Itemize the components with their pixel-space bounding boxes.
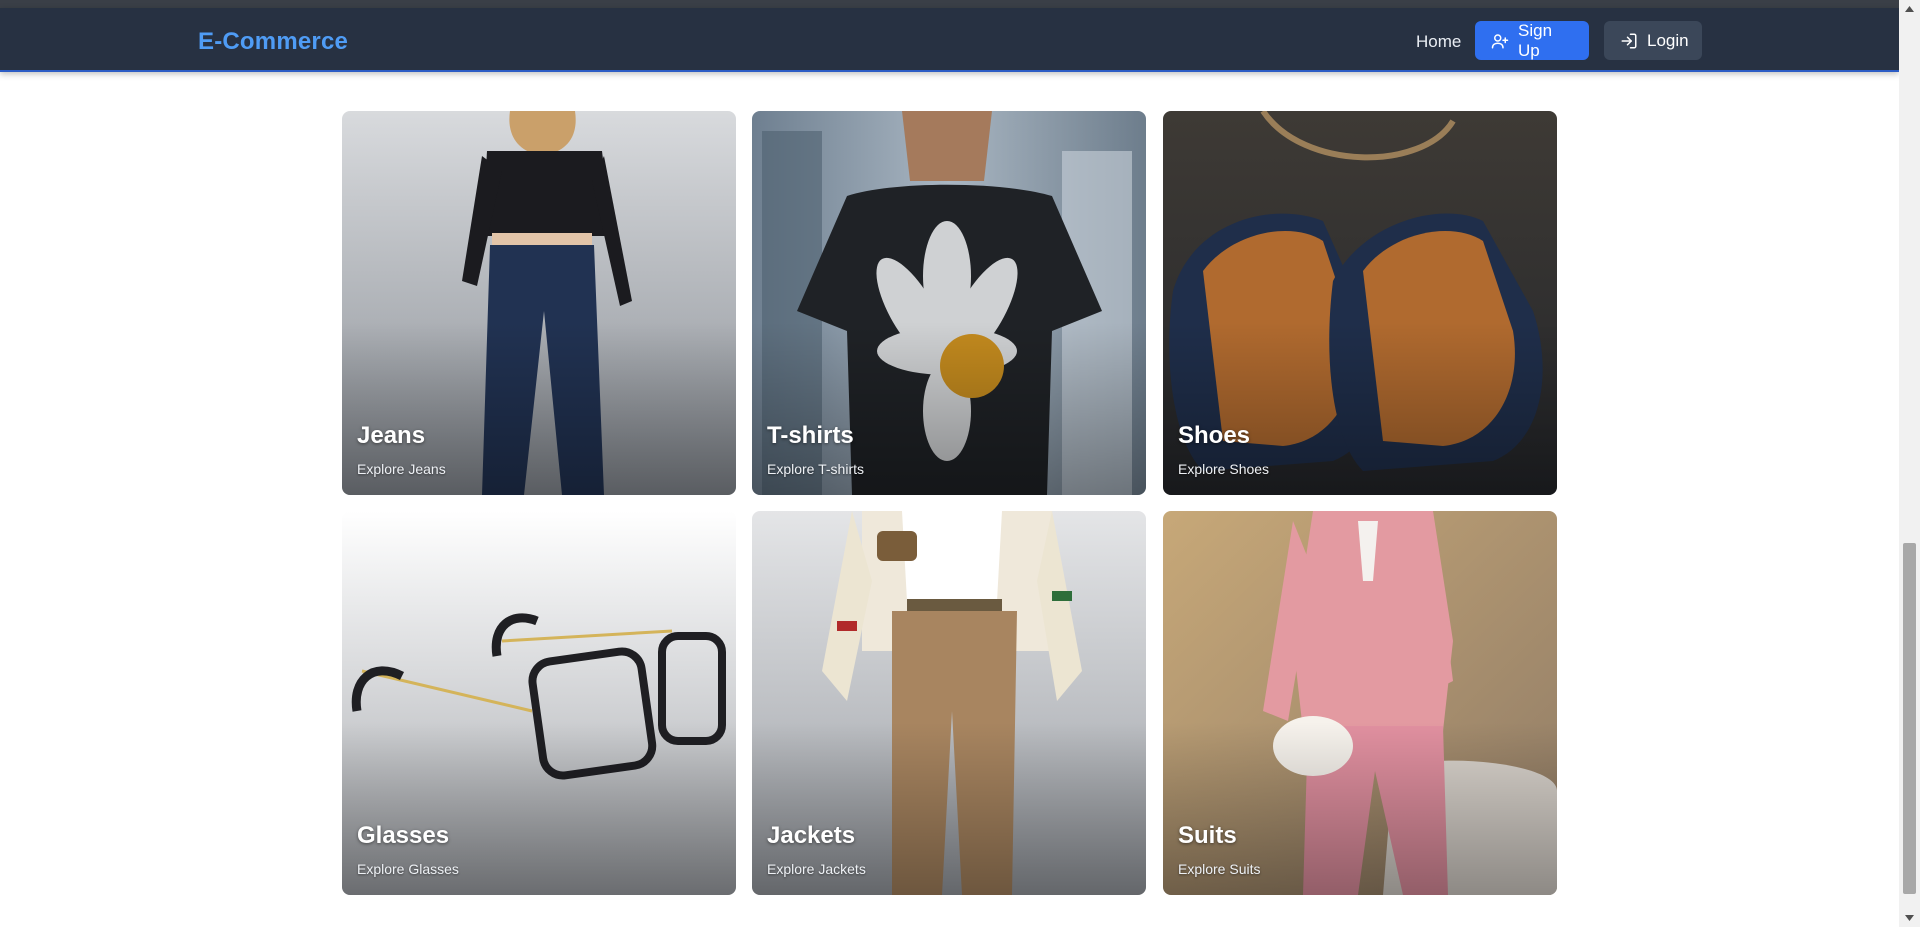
login-label: Login (1647, 30, 1689, 50)
category-card-jackets[interactable]: Jackets Explore Jackets (752, 511, 1146, 895)
signup-button[interactable]: Sign Up (1475, 21, 1589, 60)
category-card-glasses[interactable]: Glasses Explore Glasses (342, 511, 736, 895)
category-card-tshirts[interactable]: T-shirts Explore T-shirts (752, 111, 1146, 495)
category-subtitle: Explore Shoes (1178, 461, 1270, 477)
page-scrollbar[interactable] (1899, 0, 1920, 927)
nav-home-link[interactable]: Home (1416, 32, 1461, 52)
login-button[interactable]: Login (1604, 21, 1702, 60)
category-subtitle: Explore Suits (1178, 861, 1261, 877)
category-title: T-shirts (767, 422, 854, 449)
category-title: Glasses (357, 822, 450, 849)
category-card-jeans[interactable]: Jeans Explore Jeans (342, 111, 736, 495)
category-card-suits[interactable]: Suits Explore Suits (1163, 511, 1557, 895)
category-subtitle: Explore Jeans (357, 461, 446, 477)
log-in-icon (1621, 33, 1637, 48)
category-subtitle: Explore Glasses (357, 861, 459, 877)
category-grid: Jeans Explore Jeans T-shirts Explore T-s… (342, 111, 1557, 895)
scroll-down-arrow-icon[interactable] (1904, 913, 1915, 923)
navbar: E-Commerce Home Sign Up Login (0, 8, 1899, 72)
category-card-shoes[interactable]: Shoes Explore Shoes (1163, 111, 1557, 495)
category-title: Jeans (357, 422, 426, 449)
browser-top-edge (0, 0, 1899, 8)
category-subtitle: Explore Jackets (767, 861, 866, 877)
scroll-up-arrow-icon[interactable] (1904, 4, 1915, 14)
signup-label: Sign Up (1518, 20, 1553, 60)
category-title: Shoes (1178, 422, 1251, 449)
scrollbar-thumb[interactable] (1903, 543, 1916, 894)
user-plus-icon (1491, 33, 1509, 48)
category-title: Jackets (767, 822, 856, 849)
brand-logo[interactable]: E-Commerce (198, 28, 348, 56)
category-title: Suits (1178, 822, 1237, 849)
category-subtitle: Explore T-shirts (767, 461, 864, 477)
